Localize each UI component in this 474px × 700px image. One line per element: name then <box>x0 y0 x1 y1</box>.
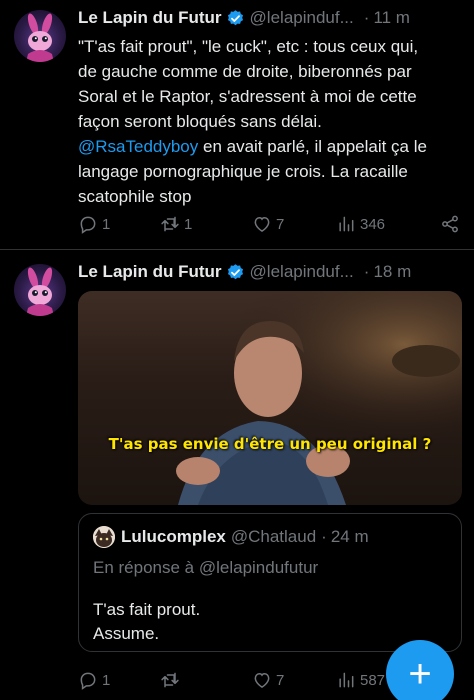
views-icon <box>339 672 354 688</box>
reply-icon <box>80 672 96 690</box>
tweet-text-line: façon seront bloqués sans délai. <box>78 112 322 131</box>
repost-button[interactable] <box>160 670 184 690</box>
reply-to-label: En réponse à @lelapindufutur <box>93 558 319 577</box>
like-icon <box>254 216 270 232</box>
view-count: 587 <box>360 671 386 689</box>
views-button[interactable]: 587 <box>336 670 385 690</box>
like-count: 7 <box>276 215 285 233</box>
repost-icon <box>161 672 179 688</box>
tweet-text-line: de gauche comme de droite, biberonnés pa… <box>78 62 412 81</box>
tweet-text-line: langage pornographique je crois. La raca… <box>78 162 408 181</box>
avatar[interactable] <box>14 264 66 316</box>
share-button[interactable] <box>440 214 460 234</box>
video-frame <box>78 291 462 505</box>
video-subtitle: T'as pas envie d'être un peu original ? <box>108 435 432 453</box>
repost-icon <box>161 216 179 232</box>
quoted-author-name[interactable]: Lulucomplex <box>121 527 226 547</box>
author-handle[interactable]: @lelapinduf... <box>250 8 354 28</box>
author-name[interactable]: Le Lapin du Futur <box>78 8 222 28</box>
reply-count: 1 <box>102 215 111 233</box>
reply-button[interactable]: 1 <box>78 670 110 690</box>
tweet-text-line: @RsaTeddyboy en avait parlé, il appelait… <box>78 134 462 159</box>
repost-count: 1 <box>184 215 193 233</box>
verified-badge-icon <box>227 9 243 25</box>
view-count: 346 <box>360 215 386 233</box>
separator-dot: · <box>321 527 327 546</box>
tweet-text-fragment: en avait parlé, il appelait ça le <box>198 137 427 156</box>
quoted-avatar[interactable] <box>93 526 115 548</box>
like-count: 7 <box>276 671 285 689</box>
reply-icon <box>80 216 96 234</box>
avatar[interactable] <box>14 10 66 62</box>
views-button[interactable]: 346 <box>336 214 385 234</box>
quoted-tweet[interactable]: Lulucomplex @Chatlaud · 24 m En réponse … <box>78 513 462 652</box>
compose-plus-icon: + <box>408 651 432 696</box>
tweet[interactable]: Le Lapin du Futur @lelapinduf... · 18 m … <box>0 250 474 700</box>
reply-button[interactable]: 1 <box>78 214 110 234</box>
separator-dot: · <box>363 8 370 27</box>
tweet-text-line: Soral et le Raptor, s'adressent à moi de… <box>78 87 417 106</box>
timestamp[interactable]: 18 m <box>373 262 411 282</box>
like-icon <box>254 672 270 688</box>
tweet-actions: 1 1 7 346 <box>78 210 460 238</box>
reply-count: 1 <box>102 671 111 689</box>
author-handle[interactable]: @lelapinduf... <box>250 262 354 282</box>
tweet[interactable]: Le Lapin du Futur @lelapinduf... · 11 m … <box>0 0 474 250</box>
verified-badge-icon <box>227 263 243 279</box>
quoted-author-handle[interactable]: @Chatlaud <box>231 527 316 547</box>
tweet-text-line: scatophile stop <box>78 187 192 206</box>
separator-dot: · <box>363 262 370 281</box>
quoted-text: T'as fait prout. Assume. <box>93 598 200 646</box>
compose-button[interactable]: + <box>386 640 454 700</box>
author-name[interactable]: Le Lapin du Futur <box>78 262 222 282</box>
share-icon <box>442 215 458 233</box>
video-media[interactable]: T'as pas envie d'être un peu original ? <box>78 291 462 505</box>
timestamp[interactable]: 11 m <box>373 8 410 28</box>
like-button[interactable]: 7 <box>252 214 284 234</box>
like-button[interactable]: 7 <box>252 670 284 690</box>
tweet-text-line: "T'as fait prout", "le cuck", etc : tous… <box>78 37 419 56</box>
quoted-text-line: T'as fait prout. <box>93 600 201 619</box>
tweet-text: "T'as fait prout", "le cuck", etc : tous… <box>78 34 462 209</box>
quoted-timestamp[interactable]: 24 m <box>331 527 369 547</box>
views-icon <box>339 216 354 232</box>
quoted-text-line: Assume. <box>93 624 160 643</box>
mention-link[interactable]: @RsaTeddyboy <box>78 137 198 156</box>
repost-button[interactable]: 1 <box>160 214 192 234</box>
